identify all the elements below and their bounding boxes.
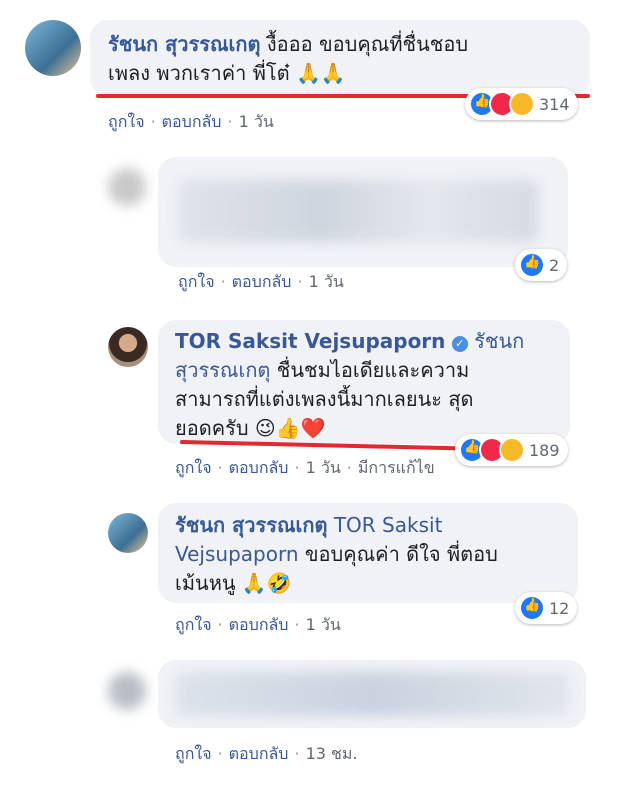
comment-author[interactable]: รัชนก สุวรรณเกตุ [175, 513, 327, 537]
mention-link[interactable]: TOR Saksit [334, 513, 443, 537]
comment-author[interactable]: TOR Saksit Vejsupaporn [175, 329, 445, 353]
comment-body: ขอบคุณค่า ดีใจ พี่ตอบ [298, 542, 498, 566]
comment-author[interactable]: รัชนก สุวรรณเกตุ [108, 32, 260, 56]
like-link[interactable]: ถูกใจ [175, 615, 212, 634]
haha-icon [509, 91, 535, 117]
avatar-ratchanok[interactable] [108, 513, 148, 553]
avatar-tor[interactable] [108, 327, 148, 367]
like-link[interactable]: ถูกใจ [108, 112, 145, 131]
reaction-count: 314 [539, 94, 570, 114]
haha-icon [499, 437, 525, 463]
comment-actions: ถูกใจ · ตอบกลับ · 1 วัน · มีการแก้ไข [175, 458, 435, 477]
comment-actions: ถูกใจ · ตอบกลับ · 13 ชม. [175, 744, 358, 763]
reaction-summary[interactable]: 2 [515, 249, 568, 281]
reaction-summary[interactable]: 189 [455, 434, 568, 466]
like-icon [519, 595, 545, 621]
timestamp[interactable]: 1 วัน [306, 615, 341, 634]
mention-link[interactable]: รัชนก [474, 329, 524, 353]
comment-body-line3: เม้นหนู 🙏🤣 [175, 571, 292, 595]
reply-link[interactable]: ตอบกลับ [229, 458, 289, 477]
avatar-ratchanok[interactable] [25, 20, 81, 76]
mention-link-line2[interactable]: สุวรรณเกตุ [175, 358, 270, 382]
comment-body: งื้อออ ขอบคุณที่ชื่นชอบ [260, 32, 469, 56]
reply-link[interactable]: ตอบกลับ [162, 112, 222, 131]
comment-actions: ถูกใจ · ตอบกลับ · 1 วัน [175, 615, 341, 634]
reply-link[interactable]: ตอบกลับ [232, 272, 292, 291]
reply-link[interactable]: ตอบกลับ [229, 744, 289, 763]
reaction-count: 2 [549, 255, 560, 275]
comment-actions: ถูกใจ · ตอบกลับ · 1 วัน [178, 272, 344, 291]
avatar-blurred[interactable] [108, 168, 146, 206]
avatar-blurred[interactable] [108, 672, 146, 710]
comment-body-line3: สามารถที่แต่งเพลงนี้มากเลยนะ สุด [175, 387, 474, 411]
like-link[interactable]: ถูกใจ [178, 272, 215, 291]
comment-text: TOR Saksit Vejsupaporn ✓ รัชนก สุวรรณเกต… [175, 327, 575, 443]
reaction-summary[interactable]: 12 [515, 592, 578, 624]
timestamp[interactable]: 13 ชม. [306, 744, 358, 763]
timestamp[interactable]: 1 วัน [309, 272, 344, 291]
verified-badge-icon: ✓ [451, 336, 468, 352]
comment-body-line4: ยอดครับ 😉👍❤️ [175, 416, 326, 440]
comment-body-line2: เพลง พวกเราค่า พี่โต๋ 🙏🙏 [108, 61, 346, 85]
reply-link[interactable]: ตอบกลับ [229, 615, 289, 634]
reaction-count: 189 [529, 440, 560, 460]
timestamp[interactable]: 1 วัน [239, 112, 274, 131]
blurred-text [175, 672, 570, 716]
timestamp[interactable]: 1 วัน [306, 458, 341, 477]
like-icon [519, 252, 545, 278]
edited-label[interactable]: มีการแก้ไข [358, 458, 435, 477]
comment-text: รัชนก สุวรรณเกตุ TOR Saksit Vejsupaporn … [175, 511, 575, 598]
comment-body: ชื่นชมไอเดียและความ [270, 358, 470, 382]
mention-link-line2[interactable]: Vejsupaporn [175, 542, 299, 566]
comment-actions: ถูกใจ · ตอบกลับ · 1 วัน [108, 112, 274, 131]
like-link[interactable]: ถูกใจ [175, 744, 212, 763]
comment-text: รัชนก สุวรรณเกตุ งื้อออ ขอบคุณที่ชื่นชอบ… [108, 30, 588, 88]
reaction-count: 12 [549, 598, 570, 618]
blurred-text [178, 180, 538, 242]
reaction-summary[interactable]: 314 [465, 88, 578, 120]
like-link[interactable]: ถูกใจ [175, 458, 212, 477]
